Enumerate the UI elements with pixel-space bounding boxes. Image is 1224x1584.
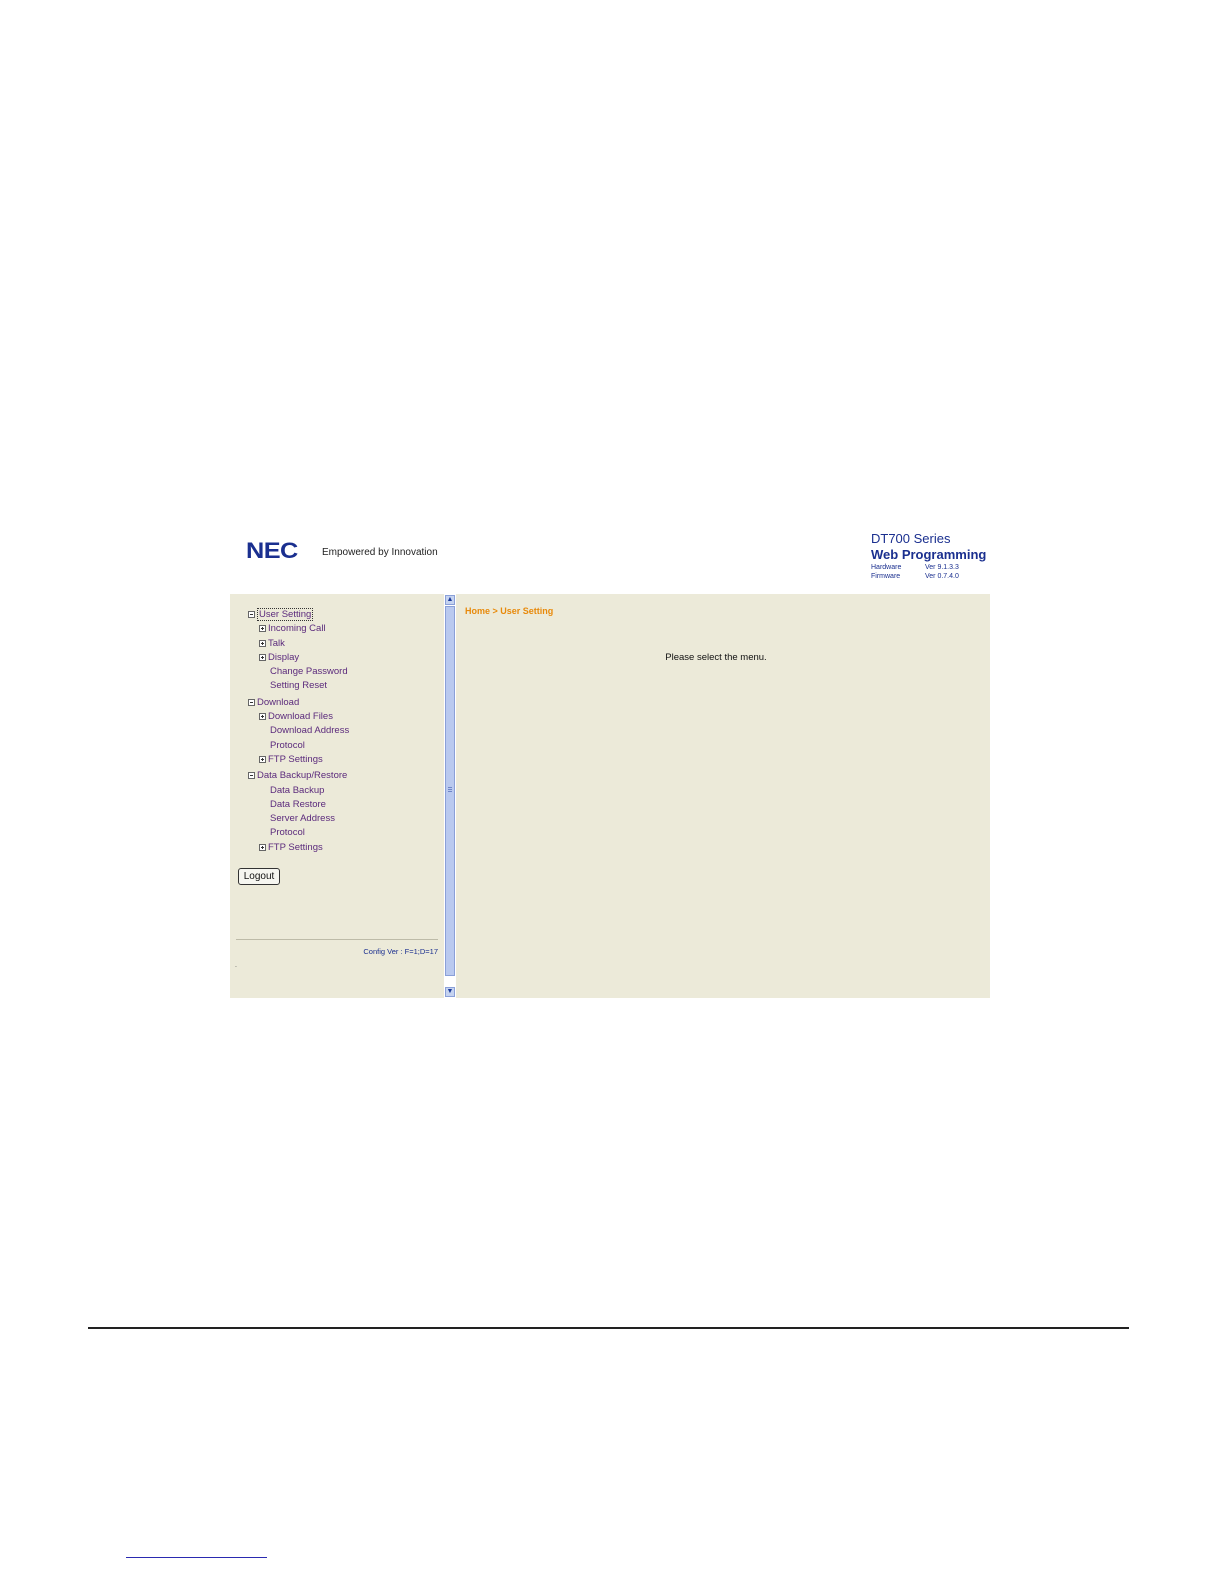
vertical-scrollbar[interactable]: ▲ ▼ xyxy=(444,594,456,998)
menu-item-label[interactable]: FTP Settings xyxy=(268,842,323,853)
menu-item-label[interactable]: Server Address xyxy=(270,813,335,824)
menu-item[interactable]: Server Address xyxy=(248,812,349,826)
logout-button[interactable]: Logout xyxy=(238,868,280,885)
menu-tree: User Setting Incoming Call Talk Display Chan… xyxy=(248,608,349,855)
chevron-up-icon[interactable]: ▲ xyxy=(445,595,455,605)
menu-item[interactable]: Download Files xyxy=(248,710,349,724)
menu-item-label[interactable]: FTP Settings xyxy=(268,754,323,765)
menu-item-label[interactable]: Talk xyxy=(268,638,285,649)
grip-icon xyxy=(448,787,452,788)
config-version: Config Ver : F=1;D=17 xyxy=(363,947,438,956)
navigation-pane: User Setting Incoming Call Talk Display Chan… xyxy=(230,594,444,998)
menu-item-label[interactable]: Data Backup/Restore xyxy=(257,770,347,781)
menu-item[interactable]: FTP Settings xyxy=(248,841,349,855)
header: NEC Empowered by Innovation DT700 Series… xyxy=(230,520,990,594)
menu-item[interactable]: Data Backup xyxy=(248,784,349,798)
minus-icon[interactable] xyxy=(248,772,255,780)
menu-item-label[interactable]: Download xyxy=(257,697,299,708)
minus-icon[interactable] xyxy=(248,698,255,706)
web-programming-screenshot: NEC Empowered by Innovation DT700 Series… xyxy=(230,520,990,998)
hardware-value: Ver 9.1.3.3 xyxy=(925,564,959,571)
menu-item-label[interactable]: Display xyxy=(268,652,299,663)
tagline: Empowered by Innovation xyxy=(322,547,438,558)
menu-item[interactable]: Incoming Call xyxy=(248,622,349,636)
content-pane: Home > User Setting Please select the me… xyxy=(456,594,990,998)
product-info: DT700 Series Web Programming Hardware Ve… xyxy=(871,531,986,581)
firmware-value: Ver 0.7.4.0 xyxy=(925,573,959,580)
plus-icon[interactable] xyxy=(259,625,266,633)
hardware-version-row: Hardware Ver 9.1.3.3 xyxy=(871,563,986,572)
menu-item-label[interactable]: Download Files xyxy=(268,711,333,722)
menu-item-label[interactable]: Protocol xyxy=(270,827,305,838)
nec-logo: NEC xyxy=(246,538,298,563)
plus-icon[interactable] xyxy=(259,755,266,763)
menu-item[interactable]: Setting Reset xyxy=(248,679,349,693)
menu-item-label[interactable]: Data Restore xyxy=(270,799,326,810)
plus-icon[interactable] xyxy=(259,713,266,721)
breadcrumb[interactable]: Home > User Setting xyxy=(465,606,553,616)
product-title: Web Programming xyxy=(871,547,987,562)
sidebar-divider xyxy=(236,939,438,940)
menu-item[interactable]: Download xyxy=(248,696,349,710)
firmware-version-row: Firmware Ver 0.7.4.0 xyxy=(871,572,986,581)
plus-icon[interactable] xyxy=(259,843,266,851)
menu-item[interactable]: Display xyxy=(248,651,349,665)
plus-icon[interactable] xyxy=(259,639,266,647)
menu-item[interactable]: Talk xyxy=(248,637,349,651)
menu-item[interactable]: Data Backup/Restore xyxy=(248,769,349,783)
menu-item[interactable]: Download Address xyxy=(248,724,349,738)
menu-item-label[interactable]: Protocol xyxy=(270,740,305,751)
footer-rule xyxy=(88,1327,1129,1329)
minus-icon[interactable] xyxy=(248,610,255,618)
footer-dot: . xyxy=(235,962,237,969)
scroll-thumb[interactable] xyxy=(445,606,455,976)
menu-item[interactable]: Protocol xyxy=(248,826,349,840)
menu-item[interactable]: Change Password xyxy=(248,665,349,679)
footer-link-underline xyxy=(126,1557,267,1558)
firmware-label: Firmware xyxy=(871,573,901,580)
menu-item[interactable]: User Setting xyxy=(248,608,349,622)
chevron-down-icon[interactable]: ▼ xyxy=(445,987,455,997)
plus-icon[interactable] xyxy=(259,653,266,661)
menu-item-label[interactable]: Incoming Call xyxy=(268,623,326,634)
menu-item[interactable]: Protocol xyxy=(248,739,349,753)
menu-item-label[interactable]: User Setting xyxy=(257,608,314,621)
menu-item-label[interactable]: Download Address xyxy=(270,725,349,736)
menu-item-label[interactable]: Setting Reset xyxy=(270,680,327,691)
select-menu-message: Please select the menu. xyxy=(665,652,767,663)
hardware-label: Hardware xyxy=(871,564,902,571)
menu-item-label[interactable]: Change Password xyxy=(270,666,348,677)
menu-item[interactable]: Data Restore xyxy=(248,798,349,812)
product-series: DT700 Series xyxy=(871,531,951,546)
menu-item[interactable]: FTP Settings xyxy=(248,753,349,767)
menu-item-label[interactable]: Data Backup xyxy=(270,785,324,796)
